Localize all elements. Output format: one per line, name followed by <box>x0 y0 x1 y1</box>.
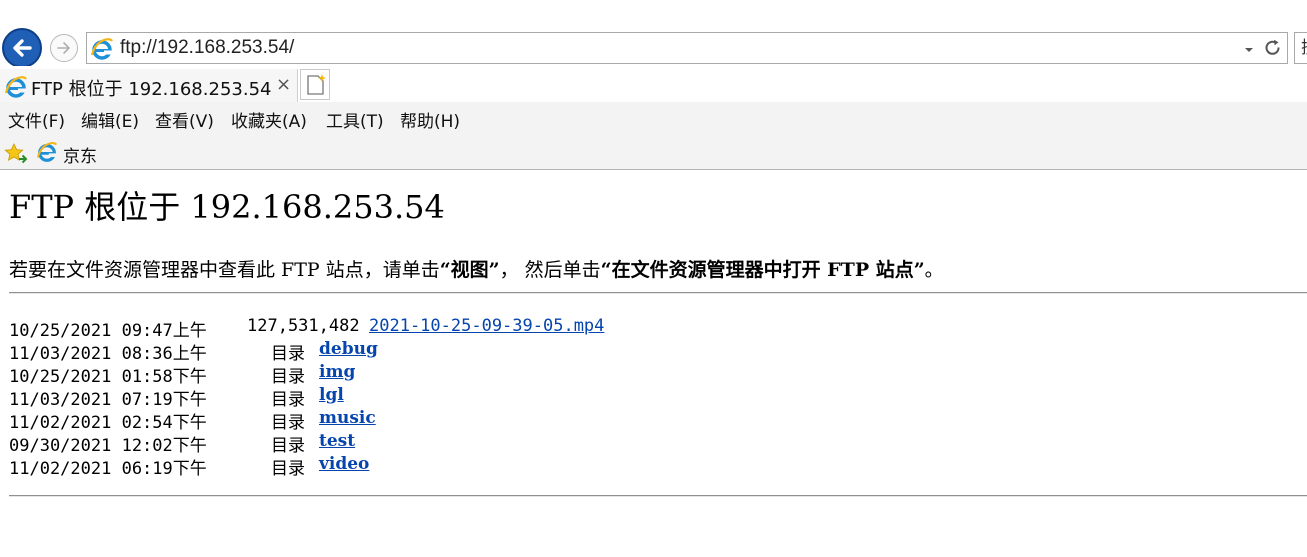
instructions-part: 若要在文件资源管理器中查看此 FTP 站点，请单击 <box>9 259 440 281</box>
entry-date: 11/03/2021 07:19下午 <box>9 390 207 410</box>
instructions-text: 若要在文件资源管理器中查看此 FTP 站点，请单击“视图”， 然后单击“在文件资… <box>9 255 944 282</box>
menu-favorites[interactable]: 收藏夹(A) <box>231 107 307 132</box>
search-box[interactable]: 搜 <box>1294 32 1307 64</box>
new-tab-button[interactable] <box>300 69 330 100</box>
entry-type: 目录 <box>271 344 305 364</box>
page-title: FTP 根位于 192.168.253.54 <box>9 188 445 226</box>
menu-file[interactable]: 文件(F) <box>8 107 65 132</box>
instructions-view-emphasis: “视图” <box>439 259 500 281</box>
entry-date: 10/25/2021 09:47上午 <box>9 321 207 341</box>
ie-logo-icon <box>4 75 28 103</box>
tab-close-button[interactable]: × <box>276 74 291 95</box>
dropdown-icon[interactable] <box>1243 41 1255 60</box>
address-input[interactable] <box>120 35 1220 61</box>
tab-title: FTP 根位于 192.168.253.54 <box>31 79 272 100</box>
entry-type: 目录 <box>271 459 305 479</box>
active-tab[interactable]: FTP 根位于 192.168.253.54 × <box>0 69 298 102</box>
forward-button[interactable] <box>50 34 78 62</box>
entry-date: 09/30/2021 12:02下午 <box>9 436 207 456</box>
entry-date: 11/02/2021 06:19下午 <box>9 459 207 479</box>
entry-size: 127,531,482 <box>247 316 360 336</box>
forward-arrow-icon <box>57 42 70 54</box>
tab-bar: FTP 根位于 192.168.253.54 × <box>0 66 1307 102</box>
menu-view[interactable]: 查看(V) <box>155 107 214 132</box>
address-bar[interactable] <box>86 32 1288 64</box>
instructions-part: 。 <box>924 259 944 281</box>
entry-date: 11/03/2021 08:36上午 <box>9 344 207 364</box>
entry-date: 11/02/2021 02:54下午 <box>9 413 207 433</box>
ie-logo-icon <box>90 37 114 65</box>
divider <box>9 495 1307 497</box>
entry-type: 目录 <box>271 367 305 387</box>
menu-help[interactable]: 帮助(H) <box>400 107 460 132</box>
refresh-icon[interactable] <box>1263 38 1283 62</box>
directory-link[interactable]: lgl <box>319 385 344 405</box>
entry-type: 目录 <box>271 413 305 433</box>
favorites-bar: 京东 <box>0 136 1307 170</box>
menu-edit[interactable]: 编辑(E) <box>81 107 139 132</box>
favorite-link-jd[interactable]: 京东 <box>63 142 97 167</box>
back-arrow-icon <box>13 39 32 57</box>
navigation-bar: 搜 <box>0 0 1307 68</box>
back-button[interactable] <box>2 28 42 68</box>
directory-link[interactable]: test <box>319 431 355 451</box>
favorites-star-icon[interactable] <box>4 142 28 170</box>
menu-tools[interactable]: 工具(T) <box>326 107 384 132</box>
page-content: FTP 根位于 192.168.253.54 若要在文件资源管理器中查看此 FT… <box>0 171 1307 557</box>
divider <box>9 292 1307 294</box>
menu-bar: 文件(F) 编辑(E) 查看(V) 收藏夹(A) 工具(T) 帮助(H) <box>0 102 1307 136</box>
file-link[interactable]: 2021-10-25-09-39-05.mp4 <box>369 316 604 336</box>
directory-link[interactable]: video <box>319 454 369 474</box>
ie-logo-icon <box>36 141 58 167</box>
instructions-open-emphasis: “在文件资源管理器中打开 FTP 站点” <box>600 259 925 281</box>
directory-link[interactable]: debug <box>319 339 378 359</box>
entry-type: 目录 <box>271 390 305 410</box>
entry-date: 10/25/2021 01:58下午 <box>9 367 207 387</box>
directory-link[interactable]: img <box>319 362 355 382</box>
entry-type: 目录 <box>271 436 305 456</box>
new-tab-icon <box>307 74 326 95</box>
directory-link[interactable]: music <box>319 408 376 428</box>
instructions-part: ， 然后单击 <box>499 259 601 281</box>
